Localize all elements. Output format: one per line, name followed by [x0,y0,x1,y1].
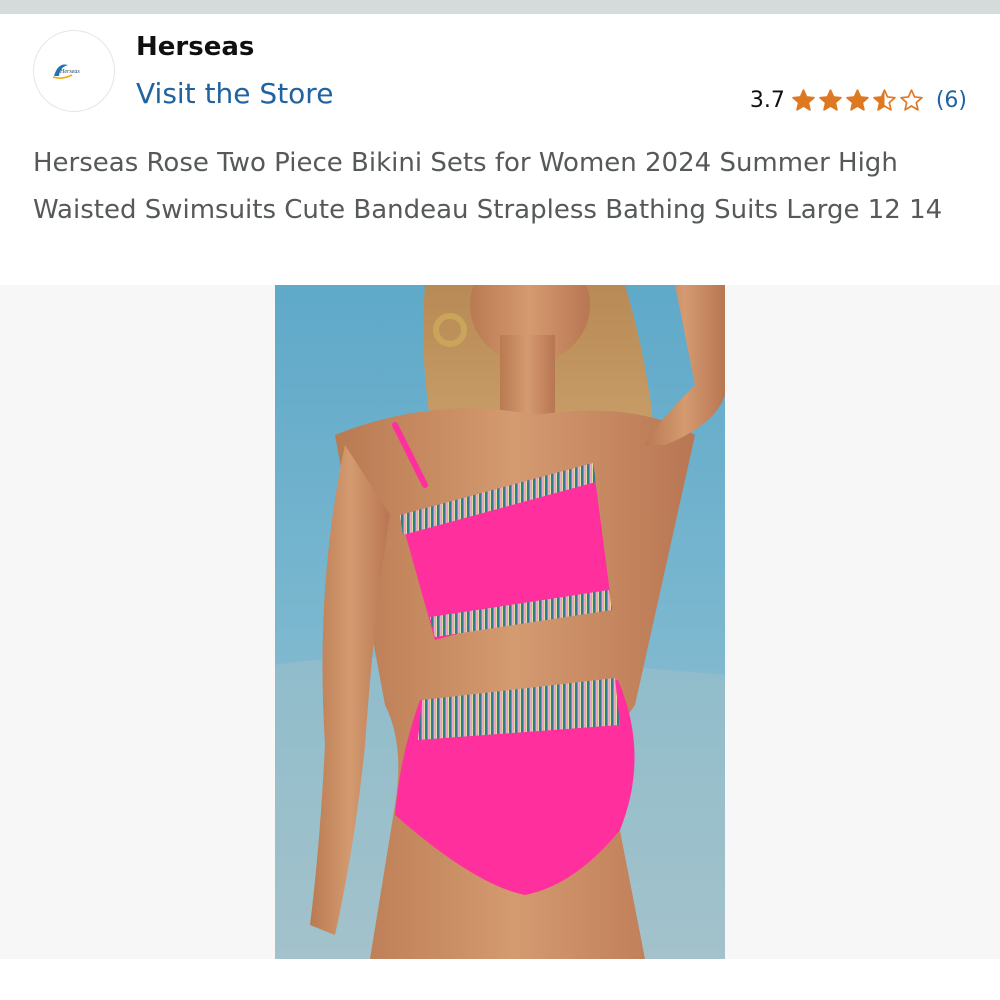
brand-logo[interactable]: Herseas [33,30,115,112]
star-full-icon [819,88,842,111]
star-full-icon [792,88,815,111]
bottom-spacer [0,959,1000,1000]
product-title: Herseas Rose Two Piece Bikini Sets for W… [33,148,943,225]
star-empty-icon [900,88,923,111]
star-full-icon [846,88,869,111]
star-half-icon [873,88,896,111]
brand-name: Herseas [136,32,255,62]
top-divider-strip [0,0,1000,14]
product-image-area [0,285,1000,959]
product-photo-icon [275,285,725,959]
product-image[interactable] [275,285,725,959]
rating-stars [791,88,926,113]
brand-logo-icon: Herseas [52,64,80,79]
rating-summary[interactable]: 3.7 (6) [750,85,967,115]
svg-text:Herseas: Herseas [59,69,80,75]
visit-store-link[interactable]: Visit the Store [136,77,333,110]
rating-count-link[interactable]: (6) [936,88,967,113]
rating-value: 3.7 [749,87,785,113]
brand-header: Herseas Herseas Visit the Store 3.7 (6) [0,14,1000,134]
